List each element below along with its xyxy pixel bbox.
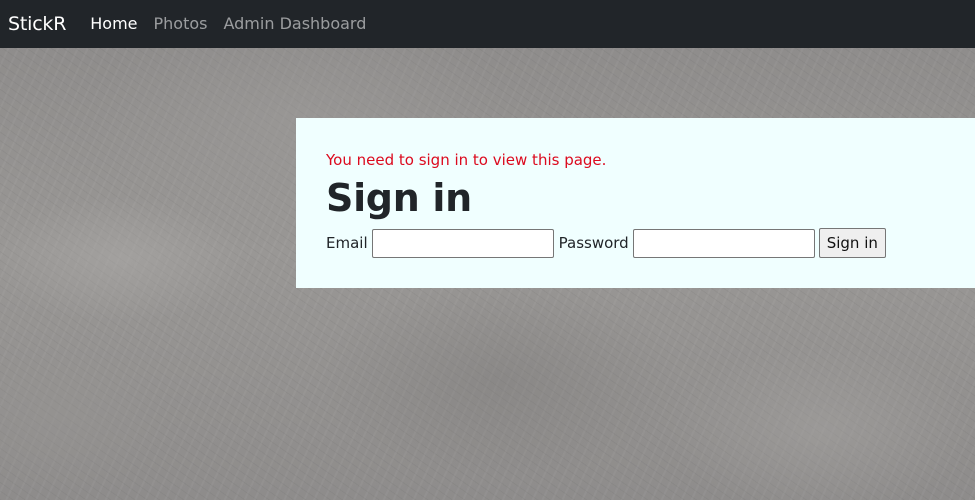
signin-button[interactable]: Sign in <box>818 228 886 258</box>
password-label: Password <box>558 234 629 252</box>
signin-panel: You need to sign in to view this page. S… <box>296 118 975 288</box>
navbar: StickR Home Photos Admin Dashboard <box>0 0 975 48</box>
signin-form: Email Password Sign in <box>326 228 886 258</box>
signin-required-alert: You need to sign in to view this page. <box>326 151 607 169</box>
nav-links: Home Photos Admin Dashboard <box>82 0 374 48</box>
email-label: Email <box>326 234 368 252</box>
page-title: Sign in <box>326 176 472 220</box>
password-field[interactable] <box>632 228 815 258</box>
email-field[interactable] <box>371 228 554 258</box>
nav-link-home[interactable]: Home <box>82 0 145 48</box>
brand-link[interactable]: StickR <box>8 0 66 48</box>
nav-link-photos[interactable]: Photos <box>146 0 216 48</box>
nav-link-admin-dashboard[interactable]: Admin Dashboard <box>215 0 374 48</box>
